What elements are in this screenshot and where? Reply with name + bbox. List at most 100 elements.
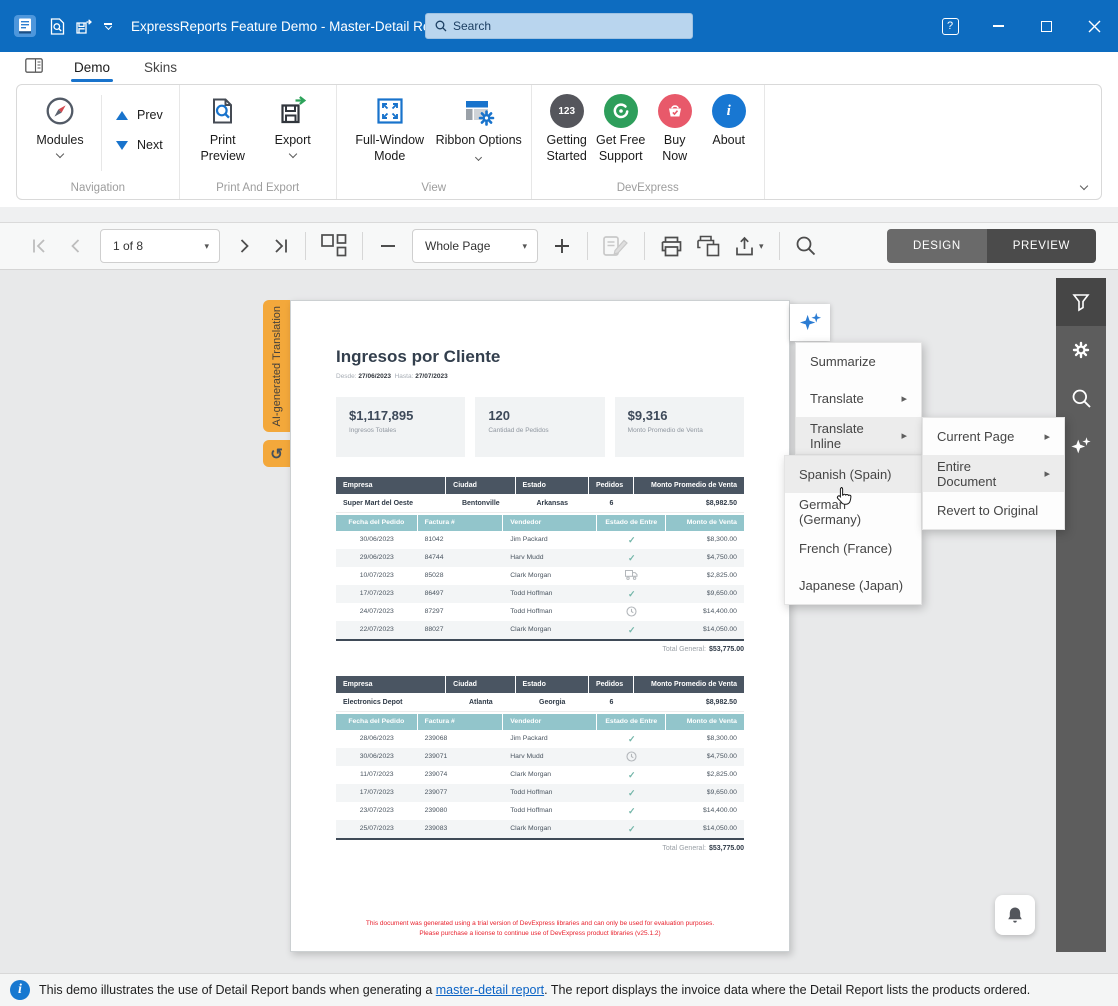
info-icon: i — [10, 980, 30, 1000]
ribbon-display-options-icon[interactable] — [25, 58, 43, 78]
get-free-support-button[interactable]: Get Free Support — [594, 89, 648, 165]
table-cell — [597, 567, 666, 585]
export-button[interactable]: Export — [258, 89, 328, 157]
filter-icon — [1071, 292, 1091, 312]
prev-button[interactable]: Prev — [116, 108, 163, 122]
table-cell: Estado — [516, 676, 589, 693]
table-cell: 239074 — [418, 766, 504, 784]
getting-started-button[interactable]: 123 Getting Started — [540, 89, 594, 165]
print-button[interactable] — [660, 236, 683, 257]
table-cell: Clark Morgan — [503, 820, 597, 838]
multipage-view-button[interactable] — [321, 234, 347, 258]
print-preview-button[interactable]: Print Preview — [188, 89, 258, 165]
about-button[interactable]: i About — [702, 89, 756, 148]
filter-panel-button[interactable] — [1056, 278, 1106, 326]
zoom-in-button[interactable] — [552, 236, 572, 256]
menu-item-scope[interactable]: Entire Document▸ — [923, 455, 1064, 492]
ai-assistant-button[interactable] — [790, 304, 830, 341]
titlebar-search-input[interactable]: Search — [425, 13, 693, 39]
table-cell: 10/07/2023 — [336, 567, 418, 585]
tab-demo[interactable]: Demo — [71, 54, 113, 82]
close-button[interactable] — [1070, 0, 1118, 52]
edit-document-button-disabled[interactable] — [603, 235, 629, 257]
quick-print-button[interactable] — [696, 235, 721, 257]
search-document-button[interactable] — [795, 235, 817, 257]
ribbon-options-button[interactable]: Ribbon Options — [435, 89, 523, 165]
next-button[interactable]: Next — [116, 138, 163, 152]
notifications-button[interactable] — [995, 895, 1035, 935]
menu-item-language[interactable]: French (France) — [785, 530, 921, 567]
menu-item-translate-inline[interactable]: Translate Inline▸ — [796, 417, 921, 454]
table-cell: Todd Hoffman — [503, 585, 597, 603]
help-button[interactable]: ? — [926, 0, 974, 52]
full-window-mode-button[interactable]: Full-Window Mode — [345, 89, 435, 165]
table-cell: $9,650.00 — [666, 784, 744, 802]
table-cell: 86497 — [418, 585, 504, 603]
menu-item-scope[interactable]: Current Page▸ — [923, 418, 1064, 455]
prev-next-column: Prev Next — [108, 89, 171, 171]
ribbon: Modules Prev Next Navigation Print Previ… — [0, 84, 1118, 207]
first-page-button[interactable] — [30, 236, 50, 256]
status-text: This demo illustrates the use of Detail … — [39, 983, 1030, 997]
ai-translation-tab[interactable]: AI-generated Translation — [263, 300, 290, 432]
table-cell: $2,825.00 — [666, 567, 744, 585]
ribbon-collapse-chevron-icon[interactable] — [1080, 182, 1088, 190]
menu-item-language[interactable]: Japanese (Japan) — [785, 567, 921, 604]
table-cell: Clark Morgan — [503, 766, 597, 784]
revert-translation-tab[interactable]: ↺ — [263, 440, 290, 467]
table-cell: 6 — [589, 693, 634, 711]
print-preview-quick-icon[interactable] — [48, 17, 66, 35]
section-total: Total General:$53,775.00 — [336, 639, 744, 657]
table-cell: Factura # — [418, 515, 504, 531]
table-cell: Ciudad — [446, 676, 515, 693]
next-page-button[interactable] — [234, 236, 254, 256]
status-pending-clock-icon — [626, 606, 637, 617]
menu-item-summarize[interactable]: Summarize — [796, 343, 921, 380]
master-detail-report-link[interactable]: master-detail report — [436, 983, 544, 997]
minimize-icon — [993, 25, 1004, 27]
app-icon[interactable] — [14, 15, 36, 37]
minimize-button[interactable] — [974, 0, 1022, 52]
ribbon-groups-container: Modules Prev Next Navigation Print Previ… — [16, 84, 1102, 200]
table-cell: 17/07/2023 — [336, 585, 418, 603]
zoom-level-combo[interactable]: Whole Page▾ — [412, 229, 538, 263]
detail-row: 11/07/2023239074Clark Morgan✓$2,825.00 — [336, 766, 744, 784]
modules-button[interactable]: Modules — [25, 89, 95, 157]
menu-item-translate[interactable]: Translate▸ — [796, 380, 921, 417]
support-swirl-icon — [604, 94, 638, 128]
table-cell: ✓ — [597, 549, 666, 567]
search-panel-button[interactable] — [1056, 374, 1106, 422]
section-total: Total General:$53,775.00 — [336, 838, 744, 856]
table-cell: ✓ — [597, 621, 666, 639]
last-page-button[interactable] — [270, 236, 290, 256]
export-quick-icon[interactable] — [75, 17, 93, 35]
statusbar: i This demo illustrates the use of Detai… — [0, 973, 1118, 1006]
ribbon-empty-area — [765, 85, 1101, 199]
gear-icon — [1071, 340, 1091, 360]
qat-customize-chevron-icon[interactable] — [102, 20, 114, 32]
submenu-arrow-icon: ▸ — [901, 429, 907, 442]
design-button[interactable]: DESIGN — [887, 229, 987, 263]
maximize-button[interactable] — [1022, 0, 1070, 52]
buy-now-button[interactable]: Buy Now — [648, 89, 702, 165]
table-cell — [597, 603, 666, 621]
table-cell: Clark Morgan — [503, 621, 597, 639]
export-document-button[interactable]: ▾ — [734, 236, 764, 257]
table-cell: $4,750.00 — [666, 549, 744, 567]
toolbar-separator — [305, 232, 306, 260]
table-cell: ✓ — [597, 585, 666, 603]
zoom-out-button[interactable] — [378, 236, 398, 256]
table-cell: $8,300.00 — [666, 531, 744, 549]
previous-page-button[interactable] — [66, 236, 86, 256]
menu-item-language[interactable]: German (Germany) — [785, 493, 921, 530]
page-selector-combo[interactable]: 1 of 8▾ — [100, 229, 220, 263]
settings-panel-button[interactable] — [1056, 326, 1106, 374]
detail-header-row: Fecha del PedidoFactura #VendedorEstado … — [336, 714, 744, 730]
table-cell: Electronics Depot — [336, 693, 446, 711]
tab-skins[interactable]: Skins — [141, 54, 180, 82]
detail-row: 28/06/2023239068Jim Packard✓$8,300.00 — [336, 730, 744, 748]
menu-item-scope[interactable]: Revert to Original — [923, 492, 1064, 529]
total-value: $53,775.00 — [709, 845, 744, 852]
menu-item-language[interactable]: Spanish (Spain) — [785, 456, 921, 493]
preview-button[interactable]: PREVIEW — [987, 229, 1096, 263]
